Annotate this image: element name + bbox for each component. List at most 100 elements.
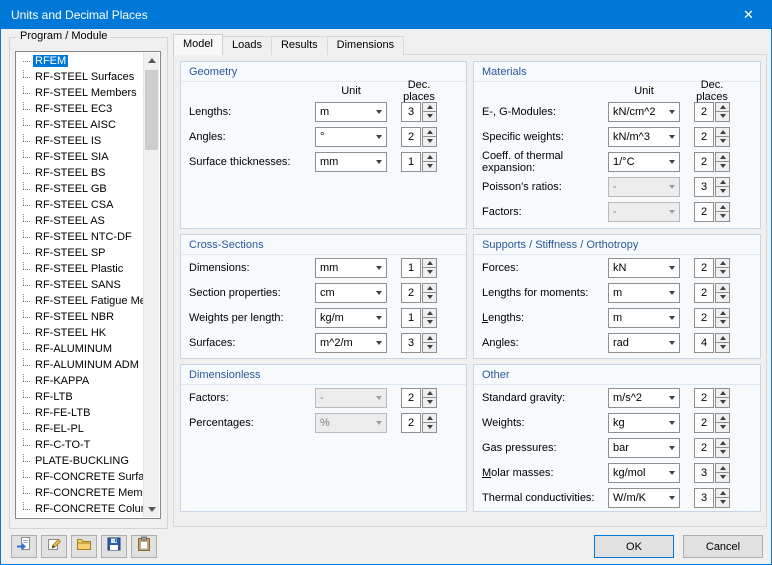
module-item[interactable]: RF-STEEL BS (16, 165, 144, 181)
unit-select[interactable]: mm (315, 152, 387, 172)
dec-places-value[interactable]: 2 (694, 152, 714, 172)
module-item[interactable]: RF-STEEL Fatigue Members (16, 293, 144, 309)
module-item[interactable]: RF-FE-LTB (16, 405, 144, 421)
spin-down-button[interactable] (422, 422, 437, 433)
spin-down-button[interactable] (715, 292, 730, 303)
module-item[interactable]: RF-STEEL NTC-DF (16, 229, 144, 245)
module-item[interactable]: RF-CONCRETE Surfaces (16, 469, 144, 485)
spin-down-button[interactable] (422, 111, 437, 122)
dec-places-value[interactable]: 3 (694, 488, 714, 508)
dec-places-value[interactable]: 2 (694, 258, 714, 278)
module-item[interactable]: RF-STEEL GB (16, 181, 144, 197)
dec-places-value[interactable]: 3 (401, 102, 421, 122)
dec-places-value[interactable]: 2 (694, 202, 714, 222)
paste-button[interactable] (131, 535, 157, 558)
spin-down-button[interactable] (715, 447, 730, 458)
unit-select[interactable]: ° (315, 127, 387, 147)
unit-select[interactable]: kg/m (315, 308, 387, 328)
spin-down-button[interactable] (715, 472, 730, 483)
unit-select[interactable]: mm (315, 258, 387, 278)
unit-select[interactable]: kN/cm^2 (608, 102, 680, 122)
open-folder-button[interactable] (71, 535, 97, 558)
spin-down-button[interactable] (715, 422, 730, 433)
module-item[interactable]: RF-STEEL Surfaces (16, 69, 144, 85)
spin-down-button[interactable] (715, 186, 730, 197)
spin-down-button[interactable] (715, 161, 730, 172)
module-item[interactable]: RF-STEEL SP (16, 245, 144, 261)
spin-down-button[interactable] (715, 497, 730, 508)
module-item[interactable]: RF-KAPPA (16, 373, 144, 389)
module-item[interactable]: RF-STEEL IS (16, 133, 144, 149)
spin-down-button[interactable] (715, 211, 730, 222)
spin-down-button[interactable] (422, 397, 437, 408)
scroll-down-button[interactable] (144, 502, 159, 517)
save-button[interactable] (101, 535, 127, 558)
spin-down-button[interactable] (422, 267, 437, 278)
dec-places-value[interactable]: 2 (694, 413, 714, 433)
spin-down-button[interactable] (715, 136, 730, 147)
module-item[interactable]: RFEM (16, 53, 144, 69)
spin-down-button[interactable] (715, 317, 730, 328)
dec-places-value[interactable]: 2 (694, 388, 714, 408)
spin-down-button[interactable] (715, 342, 730, 353)
dec-places-value[interactable]: 1 (401, 258, 421, 278)
unit-select[interactable]: cm (315, 283, 387, 303)
dec-places-value[interactable]: 2 (401, 127, 421, 147)
scrollbar-thumb[interactable] (145, 70, 158, 150)
unit-select[interactable]: kg (608, 413, 680, 433)
unit-select[interactable]: W/m/K (608, 488, 680, 508)
module-item[interactable]: RF-STEEL AISC (16, 117, 144, 133)
spin-down-button[interactable] (422, 292, 437, 303)
unit-select[interactable]: m (608, 308, 680, 328)
dec-places-value[interactable]: 4 (694, 333, 714, 353)
module-item[interactable]: RF-CONCRETE Columns (16, 501, 144, 517)
dec-places-value[interactable]: 2 (694, 127, 714, 147)
unit-select[interactable]: m (608, 283, 680, 303)
dec-places-value[interactable]: 3 (694, 177, 714, 197)
spin-down-button[interactable] (422, 342, 437, 353)
unit-select[interactable]: bar (608, 438, 680, 458)
tab-results[interactable]: Results (271, 36, 328, 55)
unit-select[interactable]: m/s^2 (608, 388, 680, 408)
default-button[interactable] (11, 535, 37, 558)
dec-places-value[interactable]: 1 (401, 152, 421, 172)
module-item[interactable]: RF-ALUMINUM ADM (16, 357, 144, 373)
module-item[interactable]: RF-STEEL HK (16, 325, 144, 341)
unit-select[interactable]: m (315, 102, 387, 122)
spin-down-button[interactable] (422, 161, 437, 172)
unit-select[interactable]: kN/m^3 (608, 127, 680, 147)
title-bar[interactable]: Units and Decimal Places ✕ (1, 1, 771, 29)
module-item[interactable]: RF-STEEL CSA (16, 197, 144, 213)
tab-loads[interactable]: Loads (222, 36, 272, 55)
spin-down-button[interactable] (715, 397, 730, 408)
scroll-up-button[interactable] (144, 53, 159, 68)
module-item[interactable]: RF-STEEL SIA (16, 149, 144, 165)
unit-select[interactable]: 1/°C (608, 152, 680, 172)
module-item[interactable]: RF-STEEL AS (16, 213, 144, 229)
cancel-button[interactable]: Cancel (683, 535, 763, 558)
dec-places-value[interactable]: 2 (401, 413, 421, 433)
module-item[interactable]: PLATE-BUCKLING (16, 453, 144, 469)
module-item[interactable]: RF-C-TO-T (16, 437, 144, 453)
module-item[interactable]: RF-STEEL SANS (16, 277, 144, 293)
unit-select[interactable]: kN (608, 258, 680, 278)
spin-down-button[interactable] (715, 111, 730, 122)
dec-places-value[interactable]: 2 (694, 438, 714, 458)
list-scrollbar[interactable] (143, 53, 159, 517)
module-item[interactable]: RF-CONCRETE Members (16, 485, 144, 501)
dec-places-value[interactable]: 2 (401, 388, 421, 408)
dec-places-value[interactable]: 1 (401, 308, 421, 328)
module-item[interactable]: RF-STEEL Members (16, 85, 144, 101)
dec-places-value[interactable]: 3 (401, 333, 421, 353)
edit-button[interactable] (41, 535, 67, 558)
module-item[interactable]: RF-EL-PL (16, 421, 144, 437)
dec-places-value[interactable]: 2 (694, 283, 714, 303)
spin-down-button[interactable] (422, 317, 437, 328)
unit-select[interactable]: m^2/m (315, 333, 387, 353)
close-button[interactable]: ✕ (726, 1, 771, 29)
module-item[interactable]: RF-ALUMINUM (16, 341, 144, 357)
tab-model[interactable]: Model (173, 34, 223, 55)
dec-places-value[interactable]: 2 (694, 308, 714, 328)
spin-down-button[interactable] (715, 267, 730, 278)
unit-select[interactable]: rad (608, 333, 680, 353)
